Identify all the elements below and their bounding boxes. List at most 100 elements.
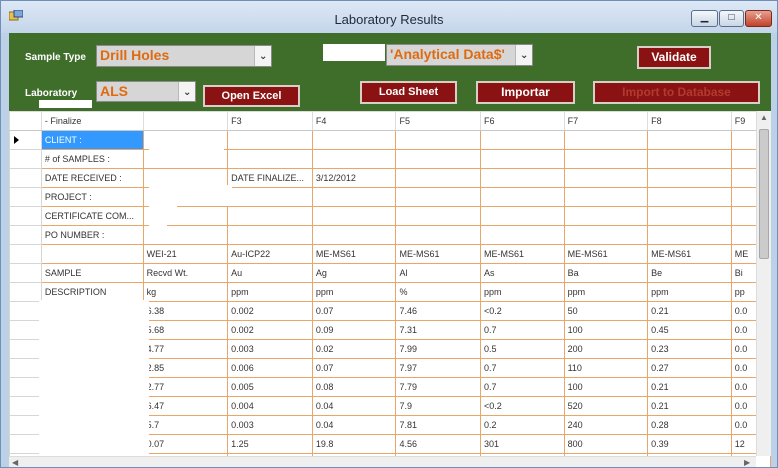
grid-cell[interactable] — [647, 206, 732, 226]
load-sheet-button[interactable]: Load Sheet — [360, 81, 457, 104]
laboratory-dropdown-button[interactable]: ⌄ — [178, 82, 195, 101]
minimize-button[interactable]: ▁ — [691, 10, 718, 27]
grid-cell[interactable] — [480, 130, 565, 150]
grid-cell[interactable]: # of SAMPLES : — [40, 149, 144, 169]
grid-cell[interactable] — [227, 149, 313, 169]
row-header[interactable] — [9, 168, 42, 188]
grid-cell[interactable]: 520 — [563, 396, 649, 416]
row-header[interactable] — [9, 358, 42, 378]
grid-cell[interactable] — [647, 130, 732, 150]
row-header[interactable] — [9, 263, 42, 283]
sheet-select[interactable]: 'Analytical Data$' ⌄ — [386, 44, 533, 66]
grid-cell[interactable]: % — [395, 282, 481, 302]
scroll-right-icon[interactable]: ▶ — [744, 458, 750, 467]
grid-cell[interactable]: 301 — [480, 434, 565, 454]
grid-cell[interactable]: 110 — [563, 358, 649, 378]
grid-cell[interactable] — [563, 130, 649, 150]
scroll-up-icon[interactable]: ▲ — [760, 113, 768, 122]
grid-cell[interactable] — [480, 187, 565, 207]
grid-cell[interactable] — [227, 206, 313, 226]
grid-cell[interactable]: 0.004 — [227, 396, 313, 416]
grid-cell[interactable]: <0.2 — [480, 396, 565, 416]
close-button[interactable]: ✕ — [745, 10, 772, 27]
grid-cell[interactable]: ME-MS61 — [480, 244, 565, 264]
grid-cell[interactable]: Au-ICP22 — [227, 244, 313, 264]
grid-cell[interactable]: 4.77 — [142, 339, 229, 359]
column-header[interactable]: F4 — [311, 111, 397, 131]
grid-cell[interactable] — [395, 206, 481, 226]
row-header[interactable] — [9, 415, 42, 435]
sample-type-dropdown-button[interactable]: ⌄ — [254, 46, 271, 66]
column-header[interactable]: F7 — [563, 111, 649, 131]
grid-cell[interactable]: As — [480, 263, 565, 283]
row-header[interactable] — [9, 206, 42, 226]
grid-cell[interactable]: 0.39 — [647, 434, 732, 454]
grid-cell[interactable]: 0.003 — [227, 339, 313, 359]
row-header[interactable] — [9, 282, 42, 302]
grid-cell[interactable] — [647, 225, 732, 245]
grid-cell[interactable]: 0.45 — [647, 320, 732, 340]
grid-cell[interactable]: 0.006 — [227, 358, 313, 378]
grid-cell[interactable]: Recvd Wt. — [142, 263, 229, 283]
grid-cell[interactable]: 0.7 — [480, 377, 565, 397]
row-header[interactable] — [9, 377, 42, 397]
grid-cell[interactable]: 0.2 — [480, 415, 565, 435]
grid-cell[interactable] — [563, 168, 649, 188]
grid-cell[interactable]: 7.9 — [395, 396, 481, 416]
grid-cell[interactable]: 0.003 — [227, 415, 313, 435]
grid-cell[interactable]: kg — [142, 282, 229, 302]
column-header[interactable]: - Finalize — [40, 111, 144, 131]
grid-cell[interactable] — [647, 149, 732, 169]
grid-cell[interactable]: 0.23 — [647, 339, 732, 359]
grid-cell[interactable]: 0.09 — [311, 320, 397, 340]
table-row[interactable]: # of SAMPLES : — [9, 149, 771, 169]
column-header[interactable]: F3 — [227, 111, 313, 131]
grid-cell[interactable]: DESCRIPTION — [40, 282, 144, 302]
grid-cell[interactable]: ME-MS61 — [395, 244, 481, 264]
sheet-dropdown-button[interactable]: ⌄ — [515, 45, 532, 65]
grid-cell[interactable]: 3/12/2012 — [311, 168, 397, 188]
grid-cell[interactable] — [311, 225, 397, 245]
vertical-scrollbar[interactable]: ▲ — [756, 111, 771, 456]
grid-cell[interactable]: 4.56 — [395, 434, 481, 454]
grid-cell[interactable]: 200 — [563, 339, 649, 359]
grid-cell[interactable] — [480, 206, 565, 226]
grid-cell[interactable] — [563, 149, 649, 169]
title-bar[interactable]: Laboratory Results ▁ □ ✕ — [1, 1, 777, 33]
column-header[interactable]: F8 — [647, 111, 732, 131]
column-header[interactable] — [142, 111, 229, 131]
row-header[interactable] — [9, 434, 42, 454]
grid-cell[interactable]: 240 — [563, 415, 649, 435]
grid-cell[interactable]: ppm — [311, 282, 397, 302]
grid-cell[interactable] — [563, 206, 649, 226]
grid-cell[interactable]: ME-MS61 — [311, 244, 397, 264]
data-grid[interactable]: - Finalize F3 F4 F5 F6 F7 F8 F9 CLIENT : # of SAM… — [9, 111, 771, 467]
grid-cell[interactable]: 7.81 — [395, 415, 481, 435]
grid-cell[interactable] — [563, 187, 649, 207]
grid-cell[interactable]: 0.28 — [647, 415, 732, 435]
grid-cell[interactable]: 6.47 — [142, 396, 229, 416]
table-row[interactable]: PO NUMBER : — [9, 225, 771, 245]
grid-cell[interactable] — [395, 130, 481, 150]
grid-cell[interactable]: Al — [395, 263, 481, 283]
import-to-database-button[interactable]: Import to Database — [593, 81, 760, 104]
grid-cell[interactable]: ppm — [480, 282, 565, 302]
grid-cell[interactable]: CERTIFICATE COM... — [40, 206, 144, 226]
grid-cell[interactable]: 0.21 — [647, 377, 732, 397]
row-header[interactable] — [9, 301, 42, 321]
grid-cell[interactable]: 5.68 — [142, 320, 229, 340]
row-header[interactable] — [9, 187, 42, 207]
grid-cell[interactable]: PROJECT : — [40, 187, 144, 207]
grid-cell[interactable]: Ba — [563, 263, 649, 283]
grid-cell[interactable]: 7.79 — [395, 377, 481, 397]
grid-cell[interactable]: PO NUMBER : — [40, 225, 144, 245]
grid-cell[interactable] — [395, 187, 481, 207]
grid-cell[interactable]: 0.07 — [311, 358, 397, 378]
sample-type-select[interactable]: Drill Holes ⌄ — [96, 45, 272, 67]
grid-cell[interactable]: ME-MS61 — [563, 244, 649, 264]
grid-cell[interactable]: 0.07 — [142, 434, 229, 454]
grid-cell[interactable]: 800 — [563, 434, 649, 454]
grid-cell[interactable]: Au — [227, 263, 313, 283]
open-excel-button[interactable]: Open Excel — [203, 85, 300, 107]
grid-cell[interactable]: 0.04 — [311, 396, 397, 416]
